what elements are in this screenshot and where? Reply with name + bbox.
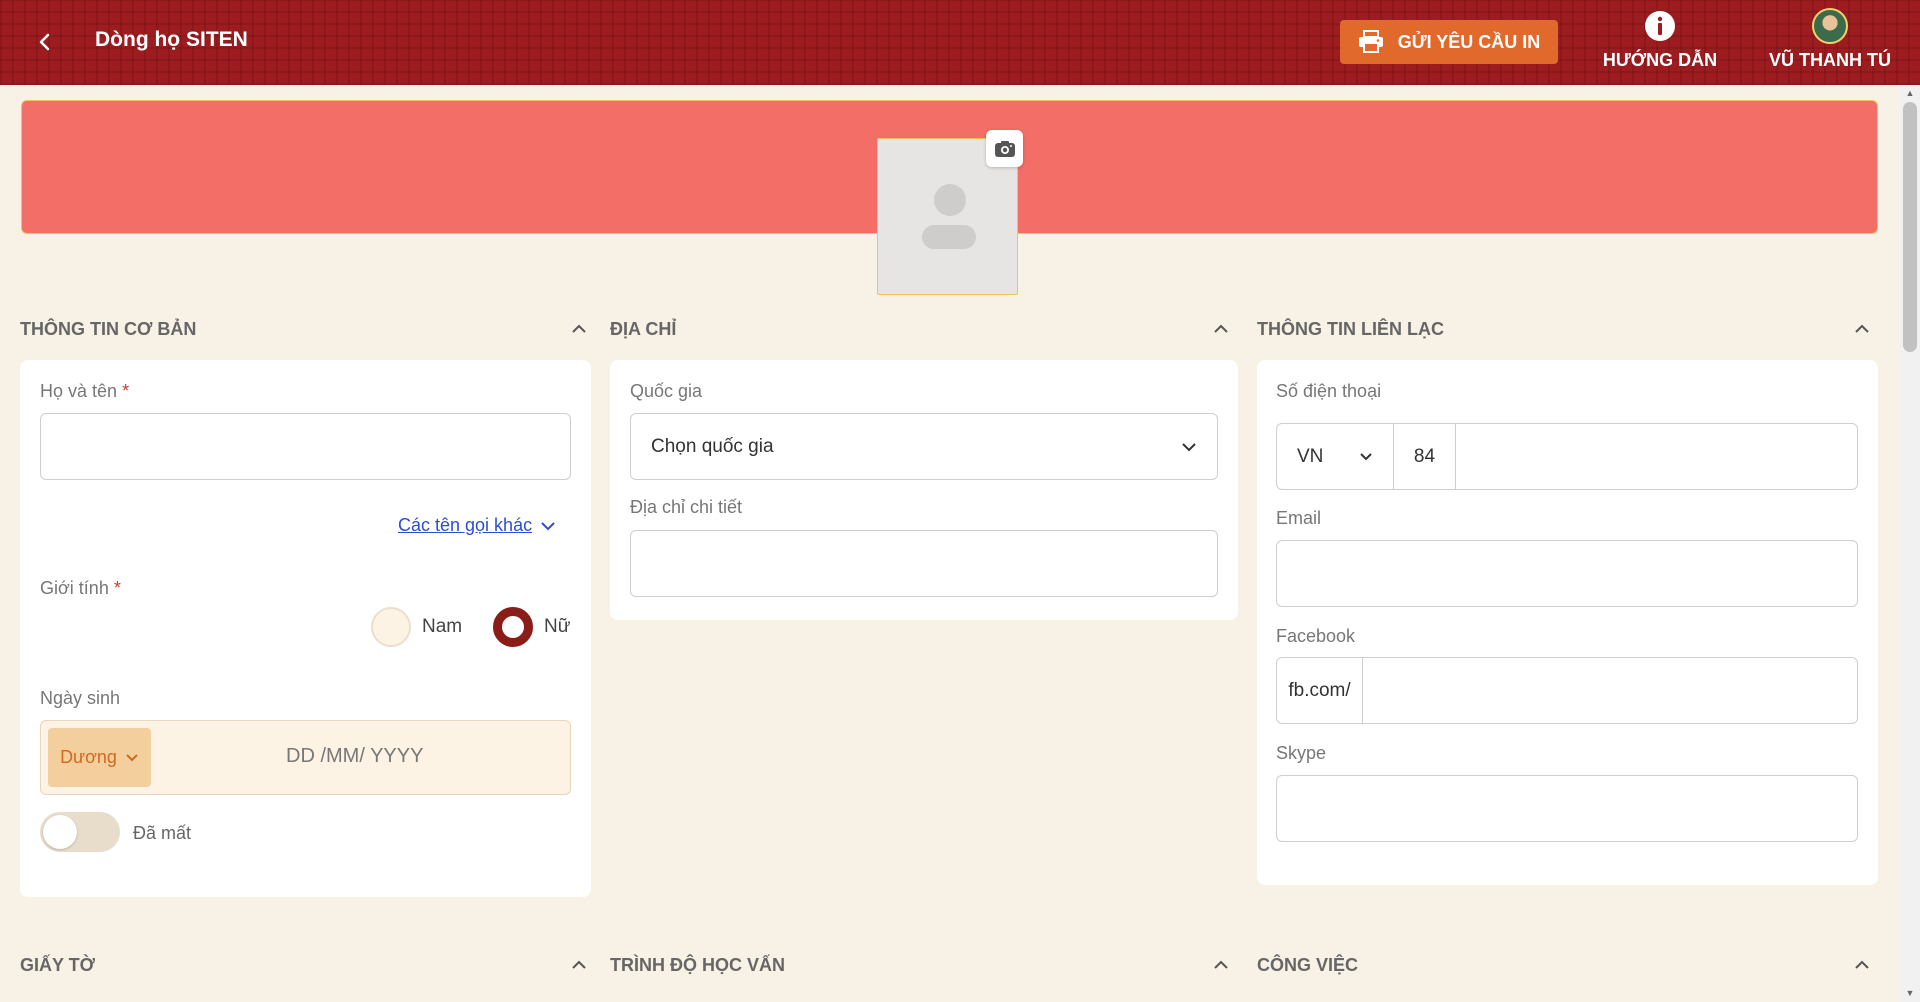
gender-label: Giới tính * [40, 578, 121, 599]
calendar-type-select[interactable]: Dương [48, 728, 151, 787]
person-placeholder-head [934, 184, 966, 216]
chevron-up-icon[interactable] [1212, 320, 1230, 338]
avatar [1812, 8, 1848, 44]
print-request-button[interactable]: GỬI YÊU CẦU IN [1340, 20, 1558, 64]
birth-date-placeholder[interactable]: DD /MM/ YYYY [286, 745, 423, 768]
gender-radio-female[interactable] [493, 607, 533, 647]
chevron-up-icon[interactable] [570, 320, 588, 338]
facebook-input[interactable] [1363, 658, 1857, 723]
upload-photo-button[interactable] [986, 130, 1023, 167]
gender-female-label: Nữ [544, 616, 571, 637]
chevron-up-icon[interactable] [1853, 956, 1871, 974]
address-detail-input[interactable] [631, 531, 1217, 596]
full-name-input-wrapper[interactable] [40, 413, 571, 480]
section-header-contact[interactable]: THÔNG TIN LIÊN LẠC [1257, 314, 1871, 344]
facebook-input-wrapper[interactable] [1363, 658, 1857, 723]
phone-input-wrapper[interactable] [1456, 424, 1857, 489]
phone-input[interactable] [1456, 424, 1857, 489]
facebook-label: Facebook [1276, 626, 1356, 646]
chevron-down-icon [1182, 442, 1196, 451]
camera-icon [994, 140, 1015, 157]
section-title-address: ĐỊA CHỈ [610, 318, 677, 339]
phone-field: VN 84 [1276, 423, 1858, 490]
deceased-toggle[interactable] [40, 812, 120, 852]
section-title-education: TRÌNH ĐỘ HỌC VẤN [610, 954, 785, 975]
email-input-wrapper[interactable] [1276, 540, 1858, 607]
skype-label: Skype [1276, 743, 1327, 763]
full-name-label-text: Họ và tên [40, 381, 118, 401]
required-mark: * [122, 381, 130, 401]
required-mark: * [113, 578, 121, 598]
phone-dial-code: 84 [1394, 424, 1456, 489]
section-title-work: CÔNG VIỆC [1257, 954, 1359, 975]
skype-input-wrapper[interactable] [1276, 775, 1858, 842]
guide-label: HƯỚNG DẪN [1602, 50, 1718, 70]
chevron-up-icon[interactable] [570, 956, 588, 974]
printer-icon [1358, 30, 1383, 53]
skype-input[interactable] [1277, 776, 1857, 841]
info-icon [1645, 11, 1675, 41]
chevron-down-icon [541, 521, 555, 530]
gender-radio-male[interactable] [371, 607, 411, 647]
user-menu[interactable]: VŨ THANH TÚ [1765, 8, 1895, 76]
phone-label: Số điện thoại [1276, 381, 1382, 401]
other-names-link[interactable]: Các tên gọi khác [398, 515, 556, 536]
birth-date-label: Ngày sinh [40, 688, 121, 708]
chevron-up-icon[interactable] [1853, 320, 1871, 338]
chevron-left-icon [39, 33, 50, 51]
top-header: Dòng họ SITEN GỬI YÊU CẦU IN HƯỚNG DẪN V… [0, 0, 1920, 85]
page-title: Dòng họ SITEN [95, 28, 248, 51]
phone-country-select[interactable]: VN [1277, 424, 1394, 489]
section-header-work[interactable]: CÔNG VIỆC [1257, 950, 1871, 980]
guide-button[interactable]: HƯỚNG DẪN [1600, 10, 1720, 76]
address-detail-wrapper[interactable] [630, 530, 1218, 597]
email-input[interactable] [1277, 541, 1857, 606]
back-button[interactable] [30, 24, 60, 60]
user-name: VŨ THANH TÚ [1769, 50, 1891, 70]
country-select-value: Chọn quốc gia [651, 435, 774, 457]
gender-male-label: Nam [422, 616, 463, 637]
phone-country-value: VN [1297, 445, 1324, 467]
facebook-prefix: fb.com/ [1277, 658, 1363, 723]
full-name-label: Họ và tên * [40, 381, 129, 402]
chevron-up-icon[interactable] [1212, 956, 1230, 974]
section-header-documents[interactable]: GIẤY TỜ [20, 950, 588, 980]
other-names-label: Các tên gọi khác [398, 515, 533, 535]
person-placeholder-body [922, 225, 976, 249]
scrollbar-thumb[interactable] [1903, 102, 1917, 352]
full-name-input[interactable] [41, 414, 570, 479]
scroll-down-icon[interactable]: ▼ [1904, 988, 1916, 1000]
email-label: Email [1276, 508, 1322, 528]
gender-label-text: Giới tính [40, 578, 109, 598]
country-label: Quốc gia [630, 381, 703, 401]
calendar-type-value: Dương [60, 747, 117, 767]
section-title-basic: THÔNG TIN CƠ BẢN [20, 318, 197, 339]
chevron-down-icon [1360, 452, 1372, 460]
toggle-knob [43, 815, 77, 849]
section-header-address[interactable]: ĐỊA CHỈ [610, 314, 1230, 344]
deceased-label: Đã mất [133, 823, 192, 843]
print-request-label: GỬI YÊU CẦU IN [1397, 31, 1541, 52]
section-header-education[interactable]: TRÌNH ĐỘ HỌC VẤN [610, 950, 1230, 980]
section-title-documents: GIẤY TỜ [20, 954, 96, 975]
chevron-down-icon [126, 753, 138, 761]
section-header-basic[interactable]: THÔNG TIN CƠ BẢN [20, 314, 588, 344]
country-select[interactable]: Chọn quốc gia [630, 413, 1218, 480]
address-detail-label: Địa chỉ chi tiết [630, 497, 743, 517]
facebook-field: fb.com/ [1276, 657, 1858, 724]
section-title-contact: THÔNG TIN LIÊN LẠC [1257, 318, 1444, 339]
scroll-up-icon[interactable]: ▲ [1904, 88, 1916, 100]
